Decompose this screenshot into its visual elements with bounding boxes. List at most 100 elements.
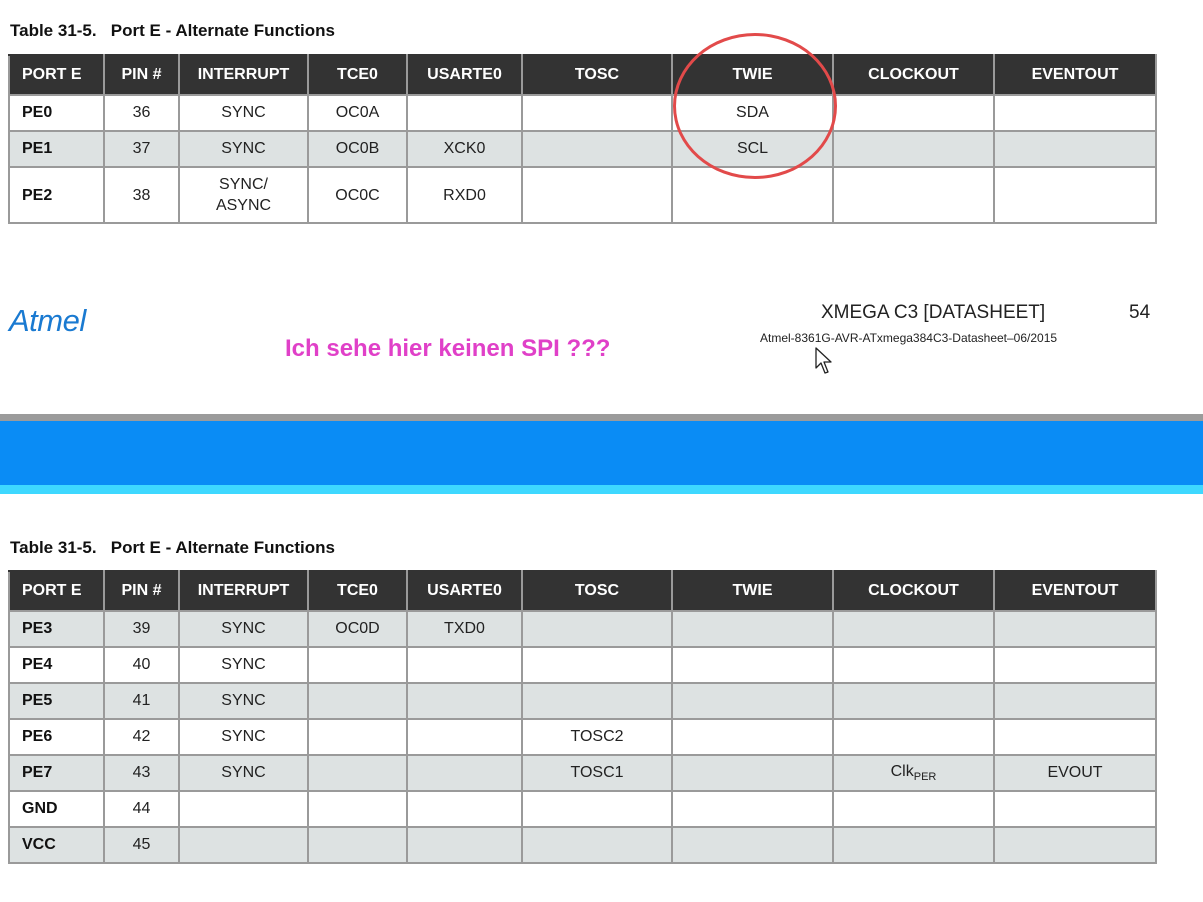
cell-twie: [671, 790, 834, 828]
cell-twie: [671, 718, 834, 756]
cell-clockout: [832, 610, 995, 648]
cell-clockout: [832, 166, 995, 224]
cell-interrupt: [178, 790, 309, 828]
interrupt-line-2: ASYNC: [215, 197, 272, 214]
header-clockout: CLOCKOUT: [832, 54, 995, 96]
separator-band-cyan: [0, 485, 1203, 494]
cell-usarte0: [406, 94, 523, 132]
cell-port: PE6: [8, 718, 105, 756]
header-eventout: EVENTOUT: [993, 570, 1157, 612]
cell-usarte0: [406, 790, 523, 828]
cell-pin: 44: [103, 790, 180, 828]
header-eventout: EVENTOUT: [993, 54, 1157, 96]
cell-interrupt: SYNC/ASYNC: [178, 166, 309, 224]
cell-usarte0: TXD0: [406, 610, 523, 648]
cell-tce0: [307, 826, 408, 864]
cell-port: PE4: [8, 646, 105, 684]
table-row: PE3 39 SYNC OC0D TXD0: [8, 610, 1157, 648]
cell-usarte0: RXD0: [406, 166, 523, 224]
cell-tosc: [521, 790, 673, 828]
cell-interrupt: SYNC: [178, 718, 309, 756]
cell-eventout: [993, 682, 1157, 720]
cell-twie: [671, 682, 834, 720]
header-interrupt: INTERRUPT: [178, 570, 309, 612]
cell-port: PE1: [8, 130, 105, 168]
table-row: PE7 43 SYNC TOSC1 ClkPER EVOUT: [8, 754, 1157, 792]
cell-twie: [671, 166, 834, 224]
cell-interrupt: SYNC: [178, 130, 309, 168]
cell-tosc: [521, 166, 673, 224]
cell-eventout: EVOUT: [993, 754, 1157, 792]
header-twie: TWIE: [671, 570, 834, 612]
cell-twie: [671, 610, 834, 648]
table-row: PE2 38 SYNC/ASYNC OC0C RXD0: [8, 166, 1157, 224]
separator-band-blue: [0, 421, 1203, 485]
cell-eventout: [993, 130, 1157, 168]
cell-interrupt: SYNC: [178, 682, 309, 720]
mouse-pointer-icon: [815, 347, 833, 380]
cell-tosc: [521, 646, 673, 684]
page-number: 54: [1129, 302, 1151, 323]
header-clockout: CLOCKOUT: [832, 570, 995, 612]
cell-eventout: [993, 610, 1157, 648]
header-usarte0: USARTE0: [406, 54, 523, 96]
table-row: PE0 36 SYNC OC0A SDA: [8, 94, 1157, 132]
cell-twie: SDA: [671, 94, 834, 132]
cell-tce0: OC0C: [307, 166, 408, 224]
table-caption-top: Table 31-5. Port E - Alternate Functions: [10, 21, 335, 40]
header-port: PORT E: [8, 570, 105, 612]
cell-clockout: [832, 94, 995, 132]
clockout-main: Clk: [890, 763, 914, 780]
table-row: GND 44: [8, 790, 1157, 828]
cell-clockout: [832, 646, 995, 684]
cell-tosc: [521, 610, 673, 648]
cell-tosc: [521, 682, 673, 720]
header-tosc: TOSC: [521, 570, 673, 612]
table-row: PE1 37 SYNC OC0B XCK0 SCL: [8, 130, 1157, 168]
table-caption-bottom: Table 31-5. Port E - Alternate Functions: [10, 538, 335, 557]
cell-port: PE7: [8, 754, 105, 792]
cell-usarte0: XCK0: [406, 130, 523, 168]
cell-pin: 36: [103, 94, 180, 132]
cell-tce0: [307, 718, 408, 756]
cell-interrupt: SYNC: [178, 610, 309, 648]
cell-clockout: [832, 790, 995, 828]
cell-pin: 37: [103, 130, 180, 168]
cell-clockout: [832, 682, 995, 720]
header-pin: PIN #: [103, 54, 180, 96]
clockout-subscript: PER: [913, 771, 937, 783]
cell-clockout: [832, 826, 995, 864]
cell-clockout: ClkPER: [832, 754, 995, 792]
cell-pin: 42: [103, 718, 180, 756]
cell-eventout: [993, 790, 1157, 828]
cell-tosc: TOSC2: [521, 718, 673, 756]
cell-tce0: [307, 682, 408, 720]
table-row: VCC 45: [8, 826, 1157, 864]
port-e-table-bottom: PORT E PIN # INTERRUPT TCE0 USARTE0 TOSC…: [8, 570, 1157, 864]
table-header-row: PORT E PIN # INTERRUPT TCE0 USARTE0 TOSC…: [8, 570, 1157, 612]
cell-clockout: [832, 130, 995, 168]
header-tosc: TOSC: [521, 54, 673, 96]
cell-interrupt: SYNC: [178, 94, 309, 132]
cell-eventout: [993, 646, 1157, 684]
cell-interrupt: SYNC: [178, 754, 309, 792]
cell-tosc: [521, 130, 673, 168]
cell-tce0: [307, 646, 408, 684]
header-twie: TWIE: [671, 54, 834, 96]
cell-usarte0: [406, 826, 523, 864]
interrupt-line-1: SYNC/: [219, 176, 268, 193]
header-interrupt: INTERRUPT: [178, 54, 309, 96]
table-header-row: PORT E PIN # INTERRUPT TCE0 USARTE0 TOSC…: [8, 54, 1157, 96]
cell-pin: 45: [103, 826, 180, 864]
cell-port: PE0: [8, 94, 105, 132]
cell-interrupt: [178, 826, 309, 864]
doc-title: XMEGA C3 [DATASHEET]: [821, 302, 1046, 323]
table-row: PE5 41 SYNC: [8, 682, 1157, 720]
header-tce0: TCE0: [307, 570, 408, 612]
cell-tosc: TOSC1: [521, 754, 673, 792]
cell-usarte0: [406, 682, 523, 720]
cell-tce0: [307, 790, 408, 828]
atmel-logo: Atmel: [9, 303, 86, 338]
cell-port: GND: [8, 790, 105, 828]
cell-port: VCC: [8, 826, 105, 864]
